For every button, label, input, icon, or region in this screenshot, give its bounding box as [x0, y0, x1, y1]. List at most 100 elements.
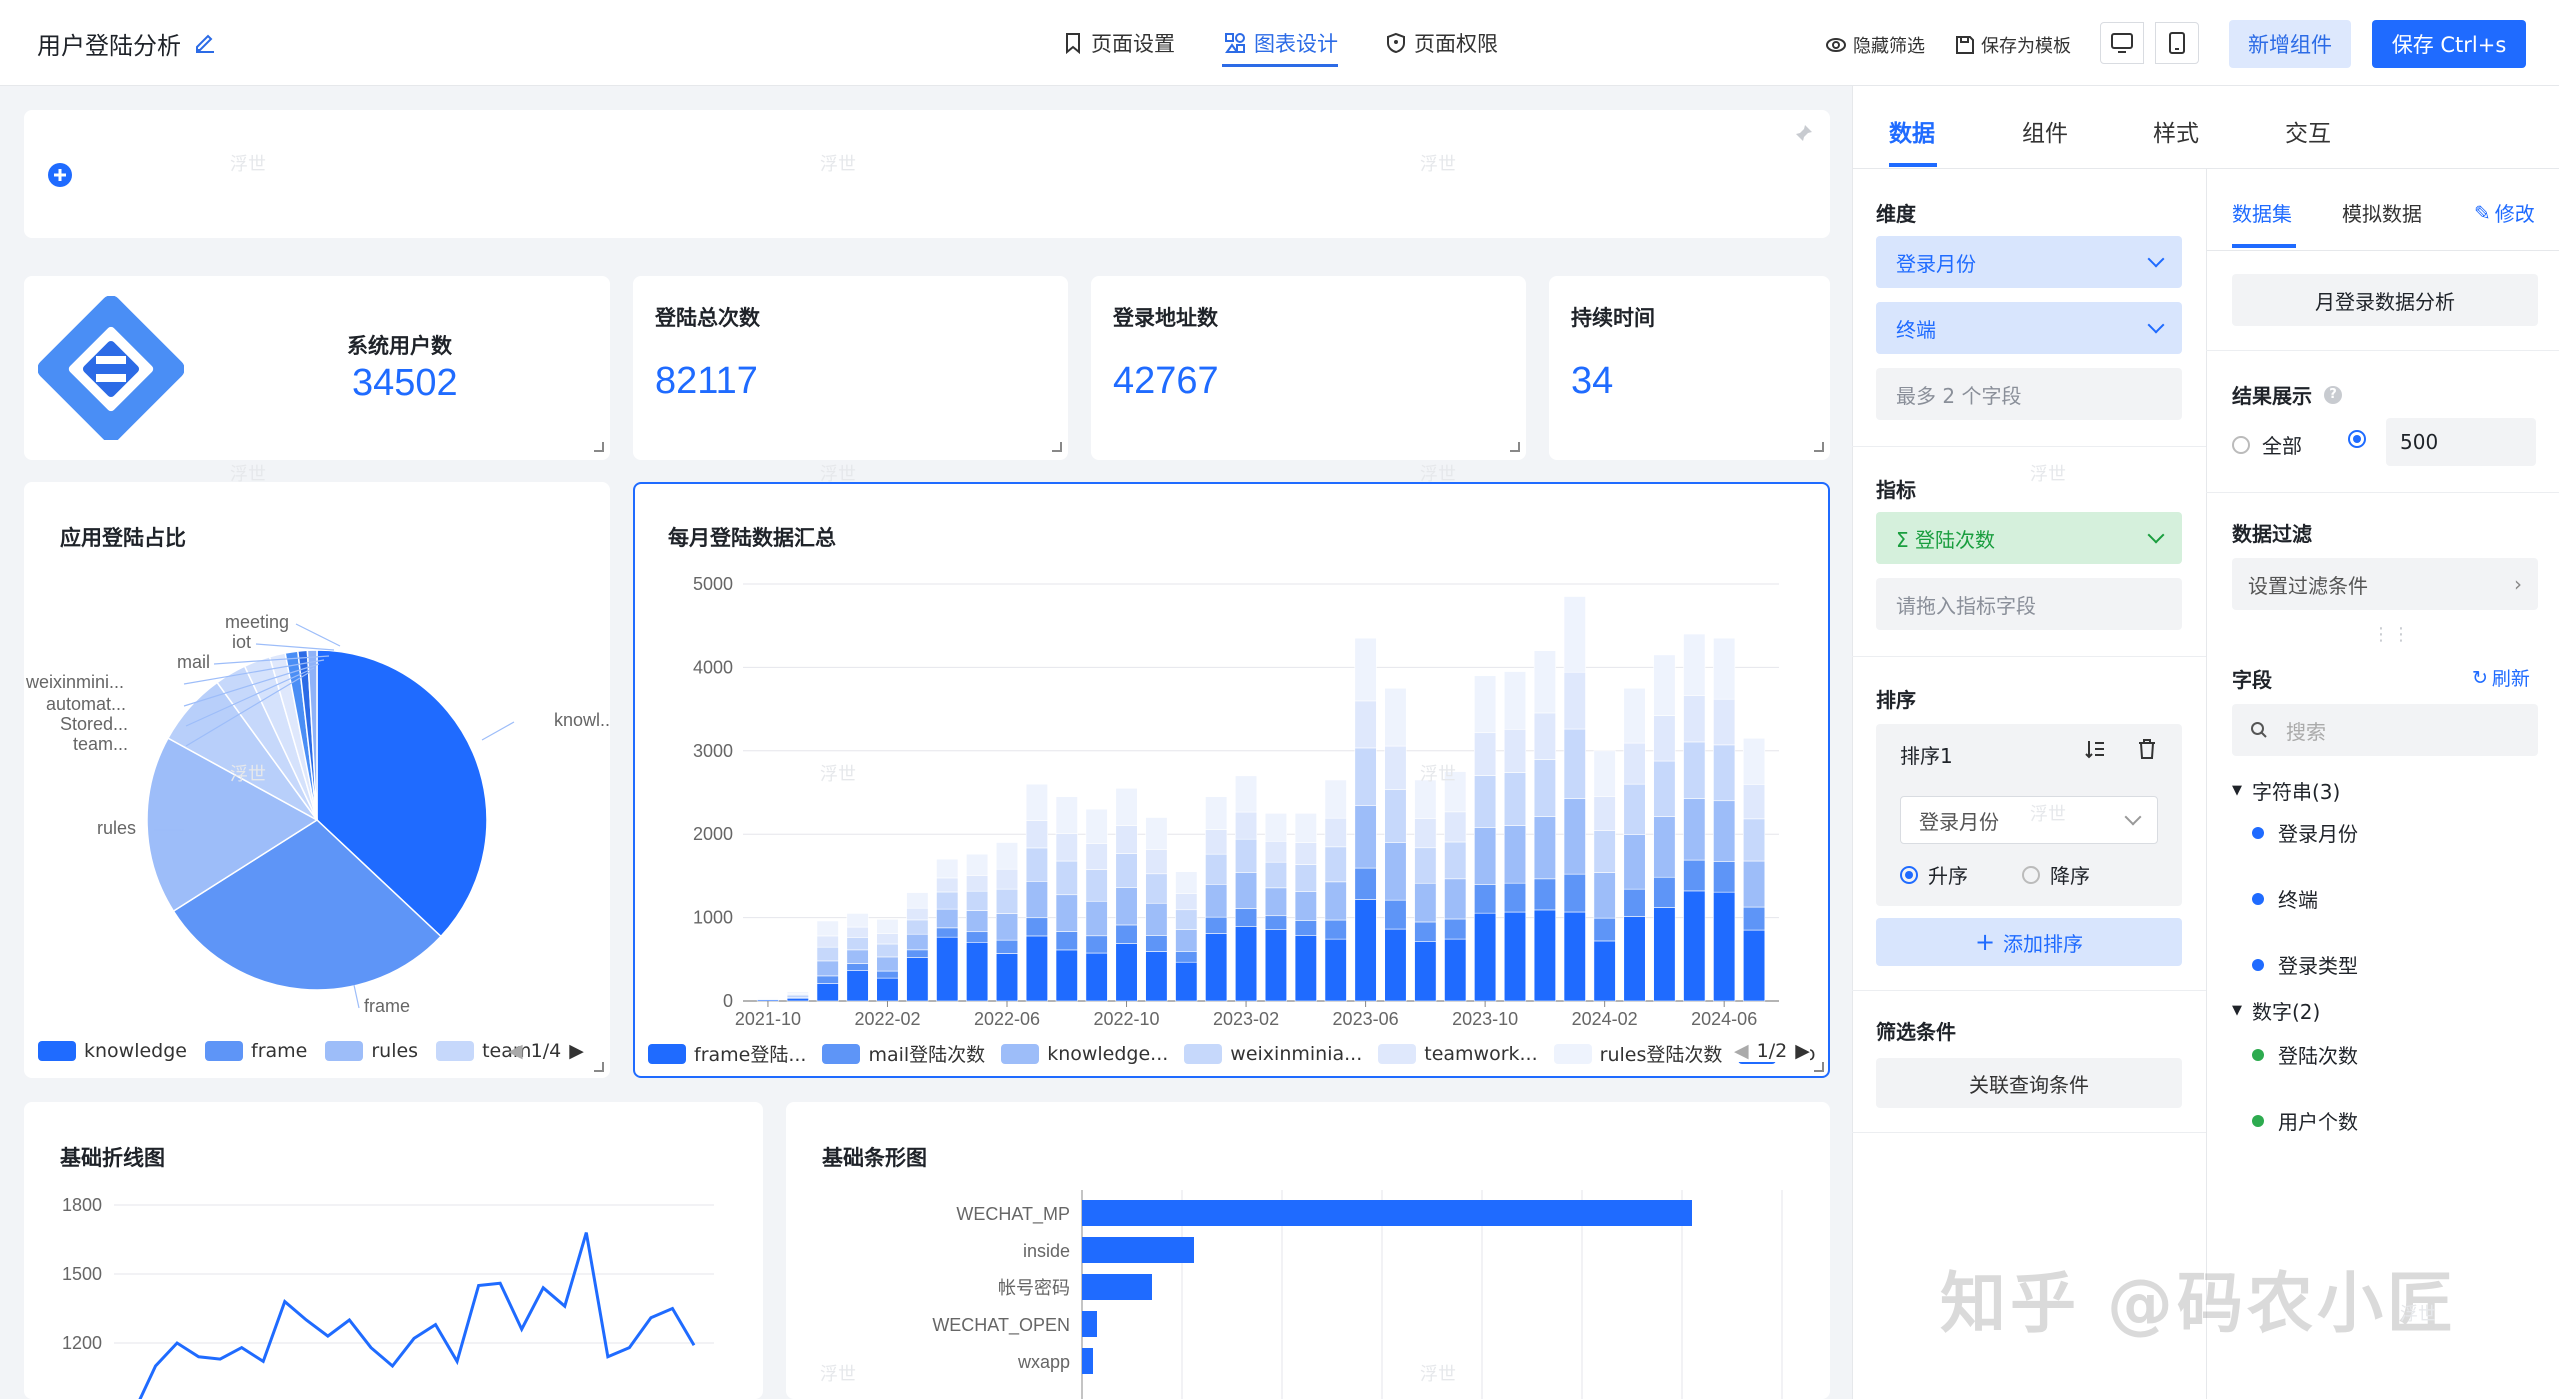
pie-chart: meetingiot mail weixinmini...automat...Sto…: [25, 612, 610, 1016]
metric-dropzone[interactable]: 请拖入指标字段: [1876, 578, 2182, 630]
radio-unchecked: [2022, 865, 2040, 884]
modify-link[interactable]: ✎ 修改: [2474, 198, 2535, 227]
field-search[interactable]: 搜索: [2232, 704, 2538, 756]
prev-page-icon[interactable]: ◀: [1734, 1040, 1749, 1062]
next-page-icon[interactable]: ▶: [1795, 1040, 1810, 1062]
desktop-view-button[interactable]: [2100, 22, 2144, 64]
active-tab-indicator: [1222, 64, 1338, 67]
resize-handle[interactable]: [1510, 442, 1520, 452]
sort-order-icon[interactable]: [2084, 738, 2106, 760]
watermark-text: 浮世: [230, 764, 266, 785]
resize-handle[interactable]: [594, 1062, 604, 1072]
watermark-text: 浮世: [2030, 804, 2066, 825]
field-item[interactable]: 登录月份: [2252, 818, 2358, 847]
panel-tab-style[interactable]: 样式: [2153, 114, 2199, 148]
bar-segment: [1025, 917, 1048, 937]
bar-segment: [1025, 820, 1048, 849]
legend-item[interactable]: teamwork...: [1424, 1043, 1537, 1065]
bar-segment: [1145, 849, 1168, 875]
kpi-label: 登陆总次数: [655, 306, 760, 330]
bar-segment: [1235, 926, 1258, 1002]
subtab-mock-data[interactable]: 模拟数据: [2342, 198, 2422, 227]
prev-page-icon[interactable]: ◀: [508, 1040, 523, 1062]
panel-tab-interaction[interactable]: 交互: [2285, 114, 2331, 148]
subtab-dataset[interactable]: 数据集: [2232, 198, 2292, 227]
bar-segment: [1713, 698, 1736, 746]
sort-field-select[interactable]: 登录月份: [1900, 796, 2158, 844]
resize-handle[interactable]: [1814, 442, 1824, 452]
save-template-button[interactable]: 保存为模板: [1955, 32, 2071, 58]
bar-segment: [906, 957, 929, 1002]
resize-handle[interactable]: [1814, 1062, 1824, 1072]
result-all-radio[interactable]: 全部: [2232, 430, 2302, 459]
legend-item[interactable]: frame: [251, 1040, 307, 1062]
tab-page-settings[interactable]: 页面设置: [1063, 28, 1175, 58]
bar-segment: [876, 970, 899, 979]
add-component-button[interactable]: 新增组件: [2229, 20, 2351, 68]
trash-icon[interactable]: [2136, 738, 2158, 760]
help-icon[interactable]: ?: [2324, 385, 2342, 404]
result-limit-radio[interactable]: [2348, 430, 2366, 452]
tab-page-permission[interactable]: 页面权限: [1386, 28, 1498, 58]
bar-segment: [1294, 864, 1317, 892]
bar-segment: [1175, 929, 1198, 952]
dimension-dropzone[interactable]: 最多 2 个字段: [1876, 368, 2182, 420]
bar-segment: [1294, 935, 1317, 1002]
chevron-down-icon: [2124, 808, 2142, 826]
resize-handle[interactable]: [1052, 442, 1062, 452]
y-tick-label: 1000: [693, 908, 733, 928]
field-item[interactable]: 登陆次数: [2252, 1040, 2358, 1069]
string-group-toggle[interactable]: ▼ 字符串(3): [2232, 776, 2340, 805]
data-filter-button[interactable]: 设置过滤条件 ›: [2232, 558, 2538, 610]
next-page-icon[interactable]: ▶: [569, 1040, 584, 1062]
legend-item[interactable]: weixinminia...: [1230, 1043, 1362, 1065]
dimension-field-terminal[interactable]: 终端: [1876, 302, 2182, 354]
bar-segment: [1593, 940, 1616, 1002]
sort-asc-radio[interactable]: 升序: [1900, 860, 1968, 889]
bar-segment: [846, 963, 869, 971]
panel-tab-data[interactable]: 数据: [1889, 114, 1935, 148]
bar-segment: [1474, 912, 1497, 1002]
category-label: 帐号密码: [998, 1278, 1070, 1298]
tab-chart-design[interactable]: 图表设计: [1224, 28, 1338, 58]
hide-filter-button[interactable]: 隐藏筛选: [1825, 32, 1925, 58]
bar-segment: [816, 960, 839, 977]
result-limit-input[interactable]: 500: [2386, 418, 2536, 466]
mobile-view-button[interactable]: [2155, 22, 2199, 64]
refresh-button[interactable]: ↻ 刷新: [2472, 664, 2530, 691]
panel-tab-component[interactable]: 组件: [2022, 114, 2068, 148]
legend-item[interactable]: rules登陆次数: [1600, 1040, 1723, 1067]
sort-title: 排序: [1876, 688, 1916, 712]
dimension-field-month[interactable]: 登录月份: [1876, 236, 2182, 288]
watermark-text: 浮世: [2030, 464, 2066, 485]
legend-item[interactable]: knowledge...: [1047, 1043, 1168, 1065]
add-filter-icon[interactable]: [47, 162, 73, 188]
edit-icon[interactable]: [193, 30, 217, 54]
pie-label: automat...: [46, 694, 126, 714]
dataset-name[interactable]: 月登录数据分析: [2232, 274, 2538, 326]
add-sort-button[interactable]: + 添加排序: [1876, 918, 2182, 966]
drag-handle-icon[interactable]: ⋮⋮: [2372, 624, 2412, 645]
pie-label: frame: [364, 996, 410, 1016]
metric-field[interactable]: Σ 登陆次数: [1876, 512, 2182, 564]
pin-icon[interactable]: [1793, 122, 1815, 144]
bar-segment: [1743, 929, 1766, 1002]
legend-item[interactable]: frame登陆...: [694, 1040, 806, 1067]
legend-item[interactable]: mail登陆次数: [868, 1040, 985, 1067]
number-group-toggle[interactable]: ▼ 数字(2): [2232, 996, 2320, 1025]
bar-segment: [995, 913, 1019, 941]
resize-handle[interactable]: [594, 442, 604, 452]
linked-query-button[interactable]: 关联查询条件: [1876, 1058, 2182, 1108]
legend-item[interactable]: rules: [371, 1040, 418, 1062]
bar-segment: [1145, 902, 1168, 936]
bar-segment: [1055, 833, 1078, 862]
sort-desc-radio[interactable]: 降序: [2022, 860, 2090, 889]
field-item[interactable]: 终端: [2252, 884, 2318, 913]
field-item[interactable]: 登录类型: [2252, 950, 2358, 979]
field-item[interactable]: 用户个数: [2252, 1106, 2358, 1135]
bar-segment: [1414, 921, 1437, 942]
legend-item[interactable]: knowledge: [84, 1040, 187, 1062]
bar-segment: [1563, 798, 1586, 875]
save-button[interactable]: 保存 Ctrl+s: [2372, 20, 2526, 68]
select-value: 登录月份: [1919, 809, 1999, 834]
